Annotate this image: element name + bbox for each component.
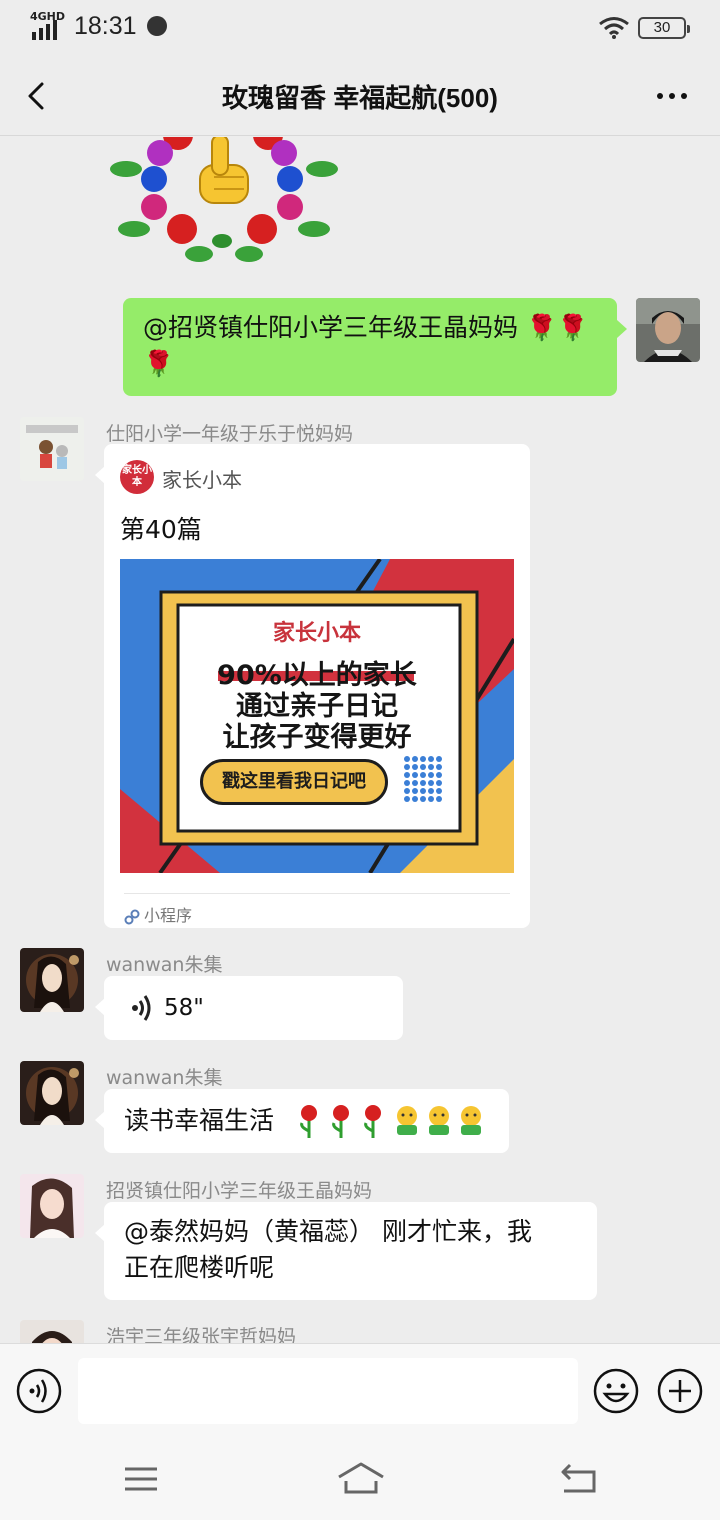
voice-message-bubble[interactable]: 58" [95,976,403,1040]
wifi-icon [599,17,629,39]
poster-line-3: 让孩子变得更好 [222,722,412,753]
my-avatar[interactable] [636,298,700,362]
more-icon[interactable] [652,84,692,108]
sender-avatar[interactable] [20,1174,84,1238]
poster-button: 戳这里看我日记吧 [200,759,388,805]
mini-program-logo: 家长小本 [120,460,154,494]
sender-avatar[interactable] [20,948,84,1012]
sender-avatar[interactable] [20,1320,84,1343]
network-type: 4GHD [30,10,66,23]
poster-brand: 家长小本 [272,621,361,646]
sender-name: wanwan朱集 [106,954,223,976]
message-input[interactable] [78,1358,578,1424]
mini-program-icon [124,909,140,924]
title-bar: 玫瑰留香 幸福起航(500) [0,56,720,136]
home-icon[interactable] [336,1459,386,1497]
battery-icon: 30 [638,17,690,39]
mini-program-footer: 小程序 [124,902,192,926]
sender-name: wanwan朱集 [106,1067,223,1089]
rose-emoji [364,1105,381,1138]
mini-program-name: 家长小本 [162,468,242,492]
voice-play-icon [132,995,151,1021]
signal-icon: 4GHD [30,10,66,40]
sender-name: 仕阳小学一年级于乐于悦妈妈 [106,423,354,445]
voice-duration: 58" [164,995,204,1021]
sender-avatar[interactable] [20,417,84,481]
message-text-line-1: @泰然妈妈（黄福蕊） 刚才忙来，我 [124,1217,532,1246]
chat-input-bar [0,1343,720,1437]
system-nav-bar [0,1437,720,1520]
rose-emoji [300,1105,317,1138]
sender-avatar[interactable] [20,1061,84,1125]
text-message-bubble[interactable]: @泰然妈妈（黄福蕊） 刚才忙来，我 正在爬楼听呢 [95,1202,597,1300]
mini-program-label: 小程序 [144,906,193,925]
back-icon[interactable] [20,78,56,114]
text-message-bubble[interactable]: 读书幸福生活 [95,1089,509,1153]
message-text: 读书幸福生活 [124,1106,275,1135]
hug-emoji [429,1106,449,1135]
hug-emoji [461,1106,481,1135]
plus-icon[interactable] [657,1368,703,1414]
my-message-bubble[interactable]: @招贤镇仕阳小学三年级王晶妈妈 🌹🌹🌹 [123,298,627,396]
sender-name: 浩宇三年级张宇哲妈妈 [106,1326,297,1343]
status-time: 18:31 [74,12,137,40]
menu-icon[interactable] [122,1463,160,1495]
voice-input-icon[interactable] [16,1368,62,1414]
message-text-line-2: 正在爬楼听呢 [124,1253,275,1282]
notification-icon [147,16,167,36]
sender-name: 招贤镇仕阳小学三年级王晶妈妈 [106,1180,373,1202]
mini-program-preview: 家长小本 90%以上的家长 通过亲子日记 让孩子变得更好 戳这里看我日记吧 [120,559,514,873]
chat-title: 玫瑰留香 幸福起航(500) [222,83,498,113]
status-bar: 4GHD 18:31 30 [0,0,720,56]
thumbs-up-sticker[interactable] [104,137,344,269]
card-divider [124,893,510,894]
my-message-text: @招贤镇仕阳小学三年级王晶妈妈 🌹🌹🌹 [143,313,589,378]
back-nav-icon[interactable] [558,1461,600,1495]
emoji-icon[interactable] [593,1368,639,1414]
chat-message-list[interactable]: @招贤镇仕阳小学三年级王晶妈妈 🌹🌹🌹 仕阳小学一年级于乐于悦妈妈 家长小本 家… [0,137,720,1343]
mini-program-card[interactable]: 家长小本 家长小本 第40篇 家长小本 90%以上的家长 通过亲子日记 让孩子变… [95,444,530,928]
hug-emoji [397,1106,417,1135]
rose-emoji [332,1105,349,1138]
mini-program-title: 第40篇 [120,515,202,544]
